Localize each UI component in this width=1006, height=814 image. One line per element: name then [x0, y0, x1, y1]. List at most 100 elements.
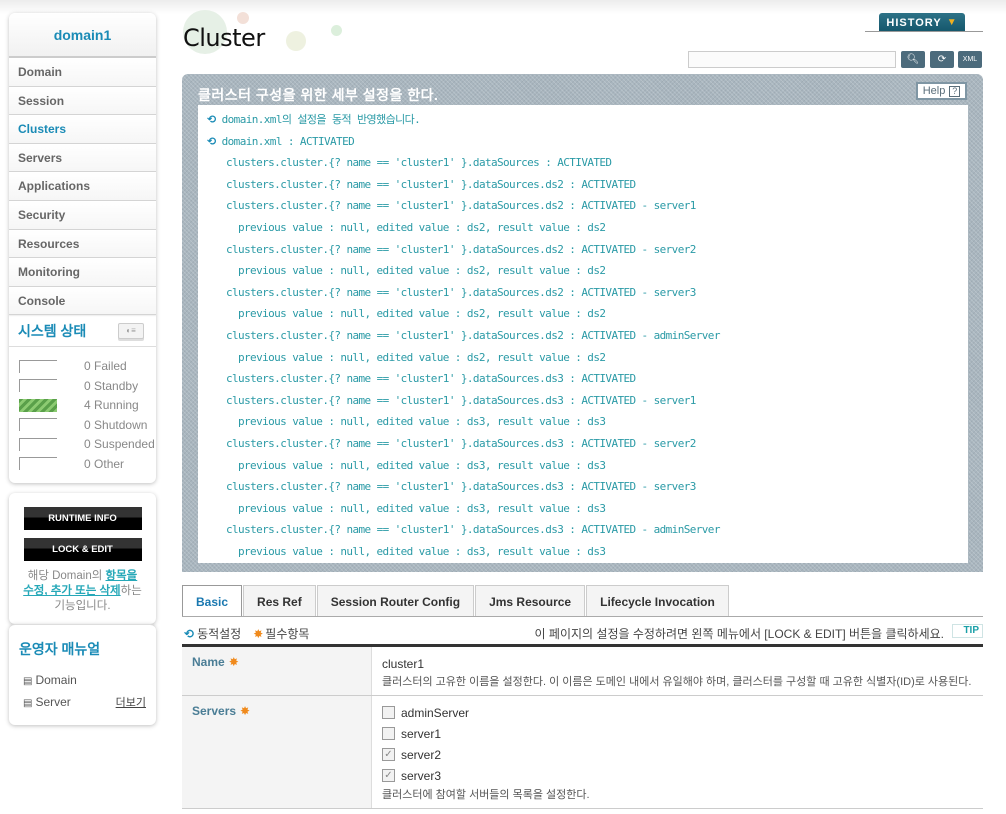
status-bar: [19, 418, 57, 432]
sidebar-item-domain[interactable]: Domain: [9, 58, 156, 87]
tip-text: 이 페이지의 설정을 수정하려면 왼쪽 메뉴에서 [LOCK & EDIT] 버…: [534, 627, 944, 641]
status-label: 0 Standby: [84, 379, 138, 393]
log-line: previous value : null, edited value : ds…: [207, 498, 968, 520]
server-option-adminserver: adminServer: [382, 702, 983, 723]
status-count: 0: [84, 359, 91, 374]
log-text: previous value : null, edited value : ds…: [238, 544, 606, 558]
status-bar: [19, 398, 57, 412]
manual-item-domain[interactable]: ▤ Domain: [19, 669, 146, 691]
server-checkbox[interactable]: ✓: [382, 769, 395, 782]
log-line: clusters.cluster.{? name == 'cluster1' }…: [207, 239, 968, 261]
log-line: clusters.cluster.{? name == 'cluster1' }…: [207, 152, 968, 174]
history-button[interactable]: HISTORY ▼: [879, 13, 965, 32]
xml-upload-icon: XML: [962, 56, 978, 63]
manual-item-server[interactable]: ▤ Server 더보기: [19, 691, 146, 713]
status-count: 0: [84, 417, 91, 432]
xml-export-button[interactable]: XML: [958, 51, 982, 68]
status-row-shutdown: 0 Shutdown: [19, 415, 156, 435]
tab-bar-line: [182, 616, 983, 617]
message-title: 클러스터 구성을 위한 세부 설정을 한다.: [198, 87, 439, 103]
more-link[interactable]: 더보기: [116, 694, 146, 710]
server-options: adminServer server1 ✓ server2 ✓ server3: [382, 702, 983, 786]
log-line: clusters.cluster.{? name == 'cluster1' }…: [207, 390, 968, 412]
log-text: clusters.cluster.{? name == 'cluster1' }…: [226, 177, 636, 191]
sidebar-item-resources[interactable]: Resources: [9, 229, 156, 259]
name-value: cluster1: [382, 657, 425, 671]
server-checkbox[interactable]: ✓: [382, 748, 395, 761]
log-line: previous value : null, edited value : ds…: [207, 347, 968, 369]
sidebar-item-applications[interactable]: Applications: [9, 172, 156, 201]
log-text: previous value : null, edited value : ds…: [238, 458, 606, 472]
sidebar-item-security[interactable]: Security: [9, 200, 156, 230]
server-option-server2: ✓ server2: [382, 744, 983, 765]
sync-icon: ⟲: [184, 627, 195, 641]
log-text: clusters.cluster.{? name == 'cluster1' }…: [226, 523, 720, 537]
top-fade: [0, 0, 1006, 14]
log-line: previous value : null, edited value : ds…: [207, 303, 968, 325]
server-checkbox[interactable]: [382, 706, 395, 719]
servers-value-cell: adminServer server1 ✓ server2 ✓ server3 클러스터에…: [372, 696, 983, 808]
log-text: previous value : null, edited value : ds…: [238, 307, 606, 321]
log-text: clusters.cluster.{? name == 'cluster1' }…: [226, 393, 696, 407]
form-row-servers: Servers ✸ adminServer server1 ✓ server2 ✓ serv…: [182, 696, 983, 809]
help-button[interactable]: Help ?: [916, 82, 967, 100]
sidebar-item-session[interactable]: Session: [9, 86, 156, 116]
status-bar: [19, 457, 57, 471]
required-icon: ✸: [228, 655, 239, 669]
tab-res-ref[interactable]: Res Ref: [243, 585, 316, 617]
page-title: Cluster: [183, 24, 265, 52]
question-icon: ?: [949, 85, 961, 97]
status-count: 4: [84, 398, 91, 413]
reload-button[interactable]: ⟳: [930, 51, 954, 68]
form-row-name: Name ✸ cluster1 클러스터의 고유한 이름을 설정한다. 이 이름은…: [182, 647, 983, 696]
search-button[interactable]: 🔍︎: [901, 51, 925, 68]
nav-list: Domain Session Clusters Servers Applications…: [9, 58, 156, 316]
status-label: 4 Running: [84, 398, 139, 412]
log-text: clusters.cluster.{? name == 'cluster1' }…: [226, 199, 696, 213]
legend-dynamic: ⟲ 동적설정: [184, 625, 241, 642]
action-panel: RUNTIME INFO LOCK & EDIT 해당 Domain의 항목을 …: [9, 493, 156, 625]
name-label-text: Name: [192, 655, 225, 669]
sidebar-item-servers[interactable]: Servers: [9, 143, 156, 173]
status-bar: [19, 437, 57, 451]
tab-jms-resource[interactable]: Jms Resource: [475, 585, 586, 617]
log-line: previous value : null, edited value : ds…: [207, 217, 968, 239]
log-text: clusters.cluster.{? name == 'cluster1' }…: [226, 328, 720, 342]
log-text: previous value : null, edited value : ds…: [238, 350, 606, 364]
log-text: previous value : null, edited value : ds…: [238, 220, 606, 234]
status-bar: [19, 379, 57, 393]
decor-dot: [286, 31, 306, 51]
manual-item-label: Domain: [35, 673, 77, 688]
required-icon: ✸: [253, 627, 264, 641]
log-text: domain.xml : ACTIVATED: [221, 134, 355, 148]
log-line: clusters.cluster.{? name == 'cluster1' }…: [207, 282, 968, 304]
server-checkbox[interactable]: [382, 727, 395, 740]
log-text: clusters.cluster.{? name == 'cluster1' }…: [226, 436, 696, 450]
tab-bar: Basic Res Ref Session Router Config Jms Res…: [182, 585, 730, 617]
note-prefix: 해당 Domain의: [27, 570, 106, 583]
status-name: Other: [94, 456, 125, 471]
monitor-toggle-icon[interactable]: ◐≡: [118, 322, 144, 339]
sidebar-item-console[interactable]: Console: [9, 286, 156, 316]
log-text: clusters.cluster.{? name == 'cluster1' }…: [226, 242, 696, 256]
sidebar-item-clusters[interactable]: Clusters: [9, 115, 156, 144]
servers-label-text: Servers: [192, 704, 237, 718]
runtime-info-button[interactable]: RUNTIME INFO: [23, 507, 142, 531]
log-line: clusters.cluster.{? name == 'cluster1' }…: [207, 476, 968, 498]
tab-basic[interactable]: Basic: [182, 585, 243, 617]
log-text: clusters.cluster.{? name == 'cluster1' }…: [226, 372, 636, 386]
log-line: clusters.cluster.{? name == 'cluster1' }…: [207, 174, 968, 196]
lock-edit-button[interactable]: LOCK & EDIT: [23, 538, 142, 562]
sync-icon: ⟲: [207, 134, 216, 148]
tab-session-router-config[interactable]: Session Router Config: [316, 585, 475, 617]
status-row-running: 4 Running: [19, 395, 156, 415]
domain-name[interactable]: domain1: [9, 13, 156, 58]
legend-dynamic-label: 동적설정: [197, 627, 242, 641]
status-row-standby: 0 Standby: [19, 376, 156, 396]
sidebar-item-monitoring[interactable]: Monitoring: [9, 258, 156, 287]
search-input[interactable]: [688, 51, 896, 68]
status-label: 0 Failed: [84, 359, 127, 373]
server-option-server1: server1: [382, 723, 983, 744]
tab-lifecycle-invocation[interactable]: Lifecycle Invocation: [586, 585, 729, 617]
status-row-other: 0 Other: [19, 454, 156, 474]
